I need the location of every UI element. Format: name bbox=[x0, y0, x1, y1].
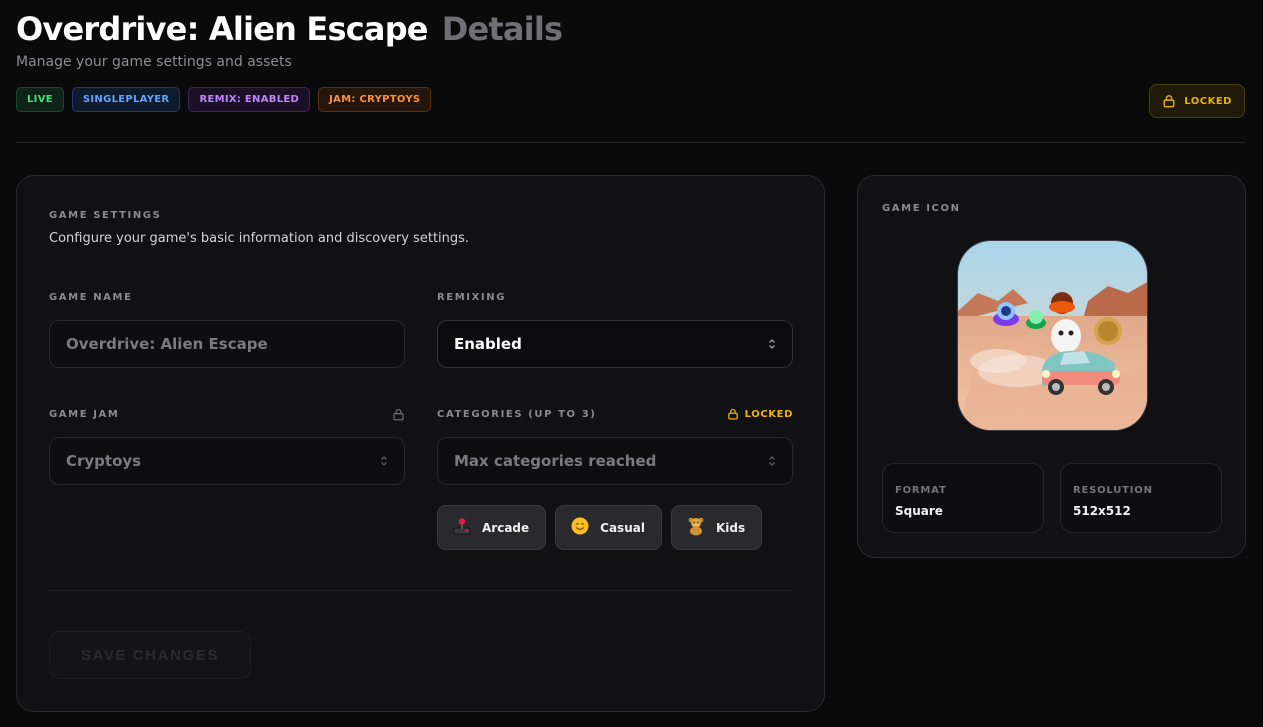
category-chip-label: Casual bbox=[600, 520, 645, 535]
categories-select[interactable]: Max categories reached bbox=[437, 437, 793, 485]
game-jam-select[interactable]: Cryptoys bbox=[49, 437, 405, 485]
categories-field-group: CATEGORIES (UP TO 3) LOCKED Max categori… bbox=[437, 407, 793, 485]
locked-status-button[interactable]: LOCKED bbox=[1149, 84, 1245, 118]
game-settings-card: GAME SETTINGS Configure your game's basi… bbox=[16, 175, 825, 712]
format-label: FORMAT bbox=[895, 485, 947, 496]
game-icon-section-title: GAME ICON bbox=[882, 203, 961, 214]
status-badges: LIVE SINGLEPLAYER REMIX: ENABLED JAM: CR… bbox=[16, 87, 1245, 112]
game-name-input[interactable]: Overdrive: Alien Escape bbox=[49, 320, 405, 368]
page-title: Overdrive: Alien Escape bbox=[16, 10, 429, 48]
lock-icon bbox=[393, 408, 404, 420]
remix-badge: REMIX: ENABLED bbox=[188, 87, 311, 112]
game-icon-image[interactable] bbox=[957, 240, 1148, 431]
category-chip-casual[interactable]: Casual bbox=[555, 505, 662, 550]
settings-divider bbox=[49, 590, 792, 591]
remixing-label: REMIXING bbox=[437, 291, 507, 303]
categories-label: CATEGORIES (UP TO 3) bbox=[437, 408, 597, 420]
game-jam-field-group: GAME JAM Cryptoys bbox=[49, 407, 405, 485]
game-name-field-group: GAME NAME Overdrive: Alien Escape bbox=[49, 290, 405, 368]
categories-placeholder: Max categories reached bbox=[454, 452, 657, 470]
page-title-suffix: Details bbox=[441, 10, 563, 48]
category-chip-label: Kids bbox=[715, 520, 746, 535]
remixing-value: Enabled bbox=[454, 335, 522, 353]
live-badge: LIVE bbox=[16, 87, 64, 112]
page-subtitle: Manage your game settings and assets bbox=[16, 54, 292, 70]
header-divider bbox=[16, 142, 1245, 143]
resolution-info: RESOLUTION 512x512 bbox=[1060, 463, 1222, 533]
lock-icon bbox=[1163, 95, 1175, 108]
title-row: Overdrive: Alien Escape Details bbox=[16, 10, 1245, 48]
category-chip-arcade[interactable]: Arcade bbox=[437, 505, 547, 550]
chevron-up-down-icon bbox=[380, 455, 388, 467]
category-chip-kids[interactable]: Kids bbox=[670, 505, 763, 550]
selected-categories: Arcade Casual Kids bbox=[437, 505, 763, 550]
singleplayer-badge: SINGLEPLAYER bbox=[71, 87, 181, 112]
game-name-value: Overdrive: Alien Escape bbox=[66, 335, 268, 353]
format-value: Square bbox=[895, 504, 943, 518]
game-jam-value: Cryptoys bbox=[66, 452, 142, 470]
locked-status-label: LOCKED bbox=[1184, 95, 1232, 107]
categories-locked-indicator: LOCKED bbox=[727, 408, 793, 420]
chevron-up-down-icon bbox=[768, 338, 776, 350]
format-info: FORMAT Square bbox=[882, 463, 1044, 533]
game-name-label: GAME NAME bbox=[49, 291, 133, 303]
settings-section-title: GAME SETTINGS bbox=[49, 210, 162, 221]
game-jam-label: GAME JAM bbox=[49, 408, 120, 420]
remixing-field-group: REMIXING Enabled bbox=[437, 290, 793, 368]
categories-locked-label: LOCKED bbox=[744, 408, 793, 420]
settings-description: Configure your game's basic information … bbox=[49, 231, 470, 246]
resolution-value: 512x512 bbox=[1073, 504, 1131, 518]
jam-badge: JAM: CRYPTOYS bbox=[318, 87, 432, 112]
smile-icon bbox=[570, 516, 590, 539]
game-details-page: Overdrive: Alien Escape Details Manage y… bbox=[0, 0, 1263, 727]
category-chip-label: Arcade bbox=[482, 520, 530, 535]
lock-icon bbox=[727, 408, 738, 420]
remixing-select[interactable]: Enabled bbox=[437, 320, 793, 368]
resolution-label: RESOLUTION bbox=[1073, 485, 1153, 496]
settings-heading: GAME SETTINGS Configure your game's basi… bbox=[49, 210, 469, 246]
teddy-bear-icon bbox=[686, 516, 706, 539]
joystick-icon bbox=[452, 516, 472, 539]
page-header: Overdrive: Alien Escape Details Manage y… bbox=[16, 10, 1245, 112]
save-changes-button[interactable]: SAVE CHANGES bbox=[49, 631, 251, 679]
game-icon-card: GAME ICON FORMAT Square RESOLUTION 512x5… bbox=[857, 175, 1246, 558]
chevron-up-down-icon bbox=[768, 455, 776, 467]
